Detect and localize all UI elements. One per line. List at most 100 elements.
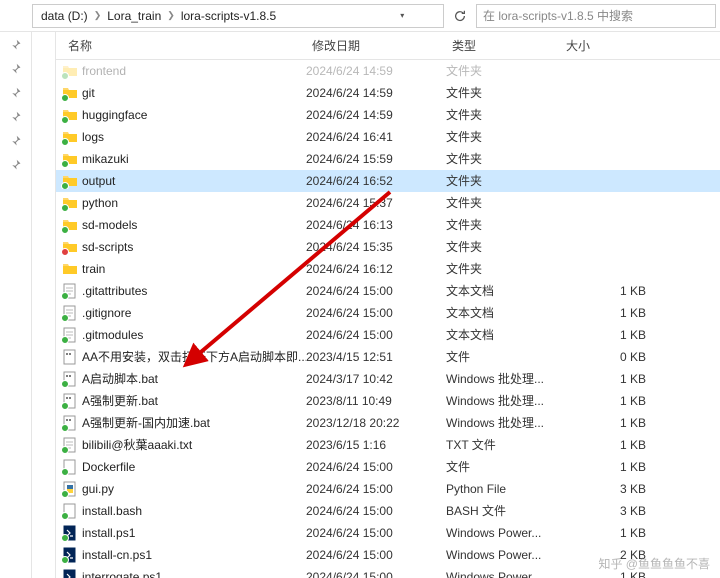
- table-row[interactable]: huggingface2024/6/24 14:59文件夹: [56, 104, 720, 126]
- col-size[interactable]: 大小: [560, 37, 660, 54]
- file-list: 名称 修改日期 类型 大小 frontend2024/6/24 14:59文件夹…: [56, 32, 720, 578]
- chevron-down-icon[interactable]: ▾: [280, 11, 404, 20]
- chevron-right-icon: ❯: [92, 10, 104, 21]
- chevron-right-icon: ❯: [165, 10, 177, 21]
- file-size: 2 KB: [560, 548, 660, 562]
- folder-icon: [62, 151, 78, 167]
- text-icon: [62, 437, 78, 453]
- file-date: 2024/6/24 15:00: [306, 526, 446, 540]
- file-size: 1 KB: [560, 372, 660, 386]
- bat-icon: [62, 393, 78, 409]
- table-row[interactable]: git2024/6/24 14:59文件夹: [56, 82, 720, 104]
- table-row[interactable]: output 2024/6/24 16:52文件夹: [56, 170, 720, 192]
- file-size: 3 KB: [560, 504, 660, 518]
- folder-icon: [62, 195, 78, 211]
- file-name: A强制更新.bat: [82, 392, 158, 409]
- pin-icon[interactable]: [9, 158, 23, 172]
- table-row[interactable]: sd-models2024/6/24 16:13文件夹: [56, 214, 720, 236]
- breadcrumb-seg-1[interactable]: Lora_train: [103, 9, 165, 23]
- file-size: 1 KB: [560, 570, 660, 578]
- file-date: 2024/6/24 15:00: [306, 284, 446, 298]
- tree-collapsed[interactable]: [32, 32, 56, 578]
- file-name: bilibili@秋葉aaaki.txt: [82, 436, 192, 453]
- file-type: 文本文档: [446, 282, 560, 299]
- file-date: 2024/6/24 15:35: [306, 240, 446, 254]
- file-type: Windows Power...: [446, 526, 560, 540]
- table-row[interactable]: gui.py2024/6/24 15:00Python File3 KB: [56, 478, 720, 500]
- search-input[interactable]: 在 lora-scripts-v1.8.5 中搜索: [476, 4, 716, 28]
- file-date: 2024/6/24 16:12: [306, 262, 446, 276]
- file-name: interrogate.ps1: [82, 570, 162, 578]
- file-date: 2024/6/24 16:52: [306, 174, 446, 188]
- file-type: 文本文档: [446, 326, 560, 343]
- pin-icon[interactable]: [9, 134, 23, 148]
- file-name: python: [82, 196, 118, 210]
- file-date: 2024/6/24 15:59: [306, 152, 446, 166]
- file-icon: [62, 503, 78, 519]
- file-date: 2024/6/24 14:59: [306, 108, 446, 122]
- file-date: 2024/3/17 10:42: [306, 372, 446, 386]
- file-size: 1 KB: [560, 526, 660, 540]
- file-type: 文件夹: [446, 172, 560, 189]
- table-row[interactable]: A启动脚本.bat2024/3/17 10:42Windows 批处理...1 …: [56, 368, 720, 390]
- col-date[interactable]: 修改日期: [306, 37, 446, 54]
- file-name: install.ps1: [82, 526, 135, 540]
- pin-icon[interactable]: [9, 86, 23, 100]
- file-name: train: [82, 262, 105, 276]
- file-name: huggingface: [82, 108, 147, 122]
- file-type: Windows 批处理...: [446, 414, 560, 431]
- file-date: 2024/6/24 15:00: [306, 504, 446, 518]
- file-date: 2023/6/15 1:16: [306, 438, 446, 452]
- pin-icon[interactable]: [9, 62, 23, 76]
- file-name: install-cn.ps1: [82, 548, 152, 562]
- col-type[interactable]: 类型: [446, 37, 560, 54]
- table-row[interactable]: Dockerfile2024/6/24 15:00文件1 KB: [56, 456, 720, 478]
- table-row[interactable]: install.ps1 2024/6/24 15:00Windows Power.…: [56, 522, 720, 544]
- file-type: Windows 批处理...: [446, 392, 560, 409]
- table-row[interactable]: A强制更新-国内加速.bat2023/12/18 20:22Windows 批处…: [56, 412, 720, 434]
- table-row[interactable]: interrogate.ps12024/6/24 15:00Windows Po…: [56, 566, 720, 578]
- py-icon: [62, 481, 78, 497]
- breadcrumb-seg-2[interactable]: lora-scripts-v1.8.5: [177, 9, 280, 23]
- file-name: AA不用安装，双击打开下方A启动脚本即...: [82, 348, 306, 365]
- table-row[interactable]: .gitmodules2024/6/24 15:00文本文档1 KB: [56, 324, 720, 346]
- file-size: 1 KB: [560, 416, 660, 430]
- file-name: logs: [82, 130, 104, 144]
- pin-icon[interactable]: [9, 38, 23, 52]
- table-row[interactable]: bilibili@秋葉aaaki.txt 2023/6/15 1:16TXT 文件…: [56, 434, 720, 456]
- file-type: 文件夹: [446, 84, 560, 101]
- pin-icon[interactable]: [9, 110, 23, 124]
- text-icon: [62, 327, 78, 343]
- file-date: 2024/6/24 14:59: [306, 64, 446, 78]
- table-row[interactable]: .gitattributes2024/6/24 15:00文本文档1 KB: [56, 280, 720, 302]
- table-row[interactable]: .gitignore2024/6/24 15:00文本文档1 KB: [56, 302, 720, 324]
- file-name: Dockerfile: [82, 460, 135, 474]
- ps1-icon: [62, 547, 78, 563]
- table-row[interactable]: AA不用安装，双击打开下方A启动脚本即...2023/4/15 12:51文件0…: [56, 346, 720, 368]
- table-row[interactable]: A强制更新.bat2023/8/11 10:49Windows 批处理...1 …: [56, 390, 720, 412]
- file-name: gui.py: [82, 482, 114, 496]
- table-row[interactable]: sd-scripts2024/6/24 15:35文件夹: [56, 236, 720, 258]
- file-date: 2024/6/24 15:00: [306, 548, 446, 562]
- file-name: A强制更新-国内加速.bat: [82, 414, 210, 431]
- table-row[interactable]: train2024/6/24 16:12文件夹: [56, 258, 720, 280]
- table-row[interactable]: install-cn.ps12024/6/24 15:00Windows Pow…: [56, 544, 720, 566]
- breadcrumb[interactable]: data (D:) ❯ Lora_train ❯ lora-scripts-v1…: [32, 4, 444, 28]
- refresh-button[interactable]: [448, 4, 472, 28]
- table-row[interactable]: mikazuki2024/6/24 15:59文件夹: [56, 148, 720, 170]
- table-row[interactable]: logs2024/6/24 16:41文件夹: [56, 126, 720, 148]
- file-size: 1 KB: [560, 306, 660, 320]
- file-name: mikazuki: [82, 152, 129, 166]
- file-name: output: [82, 174, 115, 188]
- file-type: 文件夹: [446, 216, 560, 233]
- table-row[interactable]: install.bash2024/6/24 15:00BASH 文件3 KB: [56, 500, 720, 522]
- file-date: 2024/6/24 15:37: [306, 196, 446, 210]
- file-type: TXT 文件: [446, 436, 560, 453]
- breadcrumb-seg-root[interactable]: data (D:): [37, 9, 92, 23]
- table-row[interactable]: python2024/6/24 15:37文件夹: [56, 192, 720, 214]
- table-row[interactable]: frontend2024/6/24 14:59文件夹: [56, 60, 720, 82]
- file-name: .gitattributes: [82, 284, 147, 298]
- quick-access-rail: [0, 32, 32, 578]
- folder-icon: [62, 173, 78, 189]
- col-name[interactable]: 名称: [56, 37, 306, 54]
